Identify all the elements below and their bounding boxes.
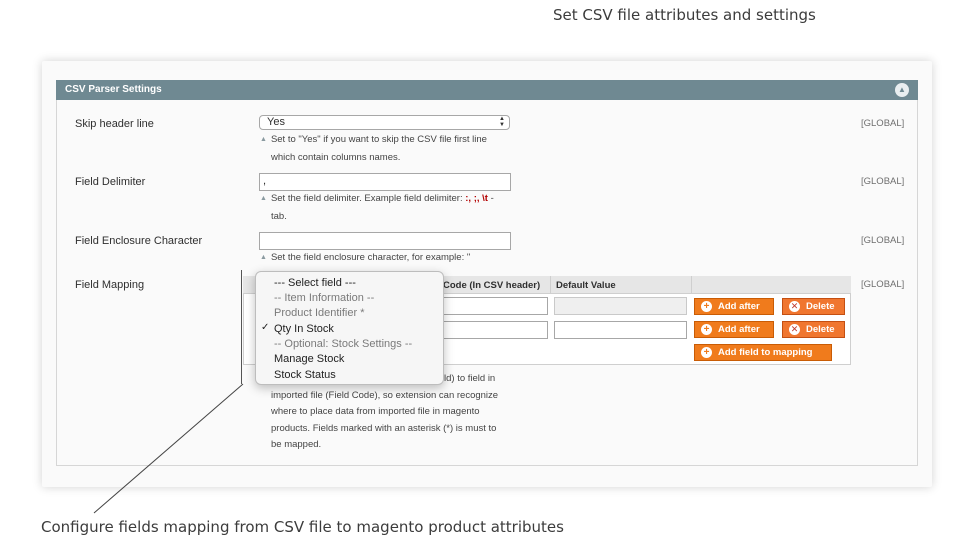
column-csv-code: Code (In CSV header) [443, 280, 541, 291]
delimiter-example-1: :, [465, 193, 472, 204]
default-value-input[interactable] [554, 321, 687, 339]
delimiter-example-2: ;, [473, 193, 480, 204]
dropdown-option-selected[interactable]: Qty In Stock [274, 323, 334, 335]
close-icon: ✕ [789, 324, 800, 335]
enclosure-input[interactable] [259, 232, 511, 250]
delimiter-input[interactable]: , [259, 173, 511, 191]
delimiter-note: ▲ Set the field delimiter. Example field … [260, 191, 515, 225]
dropdown-bracket [241, 270, 246, 384]
delete-label: Delete [806, 301, 835, 312]
skip-header-label: Skip header line [75, 118, 154, 130]
dropdown-option: -- Optional: Stock Settings -- [274, 338, 413, 350]
caption-top: Set CSV file attributes and settings [553, 6, 816, 24]
dropdown-option[interactable]: Manage Stock [274, 353, 344, 365]
skip-header-scope: [GLOBAL] [861, 118, 905, 129]
mapping-note-line-2: imported file (Field Code), so extension… [271, 389, 499, 401]
delimiter-scope: [GLOBAL] [861, 176, 905, 187]
csv-code-input[interactable] [440, 297, 548, 315]
dropdown-option: -- Item Information -- [274, 292, 375, 304]
column-divider [550, 276, 551, 294]
caption-bottom: Configure fields mapping from CSV file t… [41, 518, 564, 536]
select-arrows-icon: ▲ ▼ [499, 116, 505, 128]
delimiter-note-1: Set the field delimiter. Example field d… [270, 193, 466, 204]
add-after-button[interactable]: + Add after [694, 321, 774, 338]
mapping-note-line-4: products. Fields marked with an asterisk… [271, 422, 497, 434]
enclosure-scope: [GLOBAL] [861, 235, 905, 246]
skip-header-note-1: Set to "Yes" if you want to skip the CSV… [270, 134, 487, 145]
section-title[interactable]: CSV Parser Settings [56, 80, 918, 100]
delimiter-note-sep: - [487, 193, 494, 204]
enclosure-note-1: Set the field enclosure character, for e… [270, 252, 471, 263]
skip-header-note-2: which contain columns names. [271, 151, 401, 163]
enclosure-label: Field Enclosure Character [75, 235, 203, 247]
dropdown-option[interactable]: --- Select field --- [274, 277, 356, 289]
arrow-up-icon[interactable]: ▲ [895, 83, 909, 97]
skip-header-note: ▲ Set to "Yes" if you want to skip the CS… [260, 132, 515, 166]
note-bullet-icon: ▲ [260, 195, 267, 202]
plus-icon: + [701, 347, 712, 358]
dropdown-option[interactable]: Stock Status [274, 369, 336, 381]
mapping-scope: [GLOBAL] [861, 279, 905, 290]
add-after-button[interactable]: + Add after [694, 298, 774, 315]
skip-header-select[interactable]: Yes ▲ ▼ [259, 115, 510, 130]
skip-header-value: Yes [267, 116, 285, 128]
close-icon: ✕ [789, 301, 800, 312]
column-default-value: Default Value [556, 280, 616, 291]
default-value-input[interactable] [554, 297, 687, 315]
enclosure-note: ▲ Set the field enclosure character, for … [260, 250, 515, 268]
mapping-label: Field Mapping [75, 279, 145, 291]
add-after-label: Add after [718, 301, 760, 312]
add-after-label: Add after [718, 324, 760, 335]
note-bullet-icon: ▲ [260, 136, 267, 143]
column-divider [691, 276, 692, 294]
delimiter-label: Field Delimiter [75, 176, 146, 188]
csv-code-input[interactable] [440, 321, 548, 339]
checkmark-icon: ✓ [261, 322, 270, 333]
dropdown-option[interactable]: Product Identifier * [274, 307, 365, 319]
delete-button[interactable]: ✕ Delete [782, 298, 845, 315]
plus-icon: + [701, 301, 712, 312]
add-field-label: Add field to mapping [718, 347, 813, 358]
mapping-note-line-5: be mapped. [271, 439, 322, 450]
delimiter-note-2: tab. [271, 210, 287, 222]
add-field-to-mapping-button[interactable]: + Add field to mapping [694, 344, 832, 361]
mapping-note-line-3: where to place data from imported file i… [271, 406, 480, 417]
delete-label: Delete [806, 324, 835, 335]
plus-icon: + [701, 324, 712, 335]
delete-button[interactable]: ✕ Delete [782, 321, 845, 338]
note-bullet-icon: ▲ [260, 254, 267, 261]
